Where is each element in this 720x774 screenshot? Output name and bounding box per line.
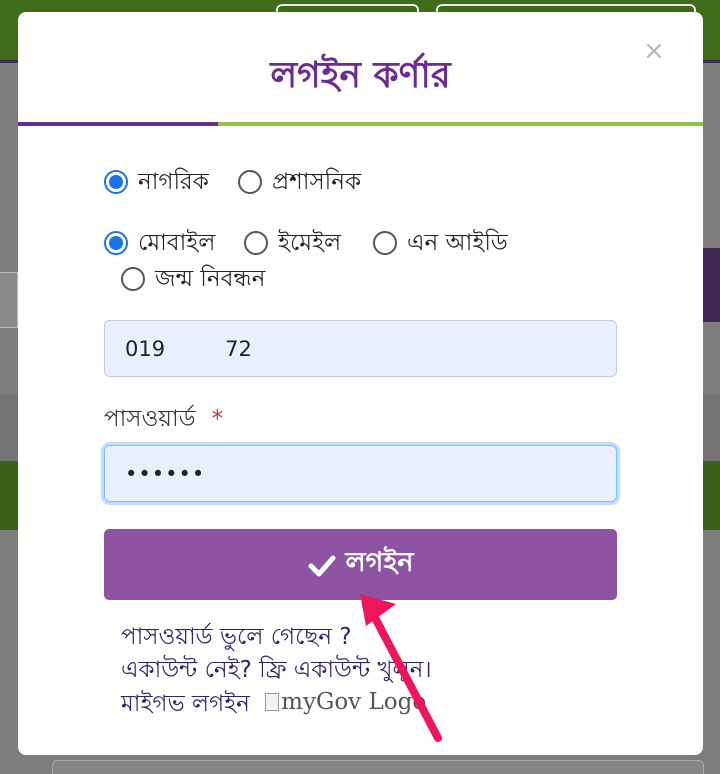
background-panel bbox=[703, 248, 720, 322]
annotation-arrow-icon bbox=[360, 594, 442, 742]
radio-button[interactable] bbox=[238, 170, 262, 194]
mobile-input[interactable]: 019 72 bbox=[104, 320, 617, 377]
radio-button[interactable] bbox=[244, 231, 268, 255]
radio-button[interactable] bbox=[104, 170, 128, 194]
radio-label: এন আইডি bbox=[407, 229, 508, 256]
radio-button[interactable] bbox=[373, 231, 397, 255]
required-mark: * bbox=[211, 406, 224, 432]
radio-email[interactable]: ইমেইল bbox=[244, 228, 341, 258]
mobile-input-value: 019 72 bbox=[125, 336, 252, 361]
title-divider bbox=[18, 122, 218, 126]
radio-label: ইমেইল bbox=[278, 229, 342, 256]
background-panel bbox=[0, 272, 18, 328]
radio-label: নাগরিক bbox=[138, 168, 209, 195]
broken-image-icon bbox=[265, 693, 280, 711]
radio-birth-registration[interactable]: জন্ম নিবন্ধন bbox=[121, 264, 265, 294]
radio-administrative[interactable]: প্রশাসনিক bbox=[238, 167, 361, 197]
password-input-value: •••••• bbox=[125, 461, 206, 486]
modal-title: লগইন কর্ণার bbox=[270, 54, 451, 96]
mygov-login-label: মাইগভ লগইন bbox=[121, 691, 250, 717]
radio-button[interactable] bbox=[121, 267, 145, 291]
password-label-row: পাসওয়ার্ড * bbox=[104, 400, 223, 439]
radio-citizen[interactable]: নাগরিক bbox=[104, 167, 209, 197]
background-input bbox=[52, 760, 704, 774]
radio-label: জন্ম নিবন্ধন bbox=[155, 265, 266, 292]
password-label: পাসওয়ার্ড bbox=[104, 406, 196, 432]
close-icon[interactable]: × bbox=[640, 34, 668, 68]
radio-mobile[interactable]: মোবাইল bbox=[104, 228, 215, 258]
check-icon bbox=[308, 555, 335, 576]
radio-button[interactable] bbox=[104, 231, 128, 255]
password-input[interactable]: •••••• bbox=[104, 445, 617, 502]
radio-label: প্রশাসনিক bbox=[272, 168, 362, 195]
radio-label: মোবাইল bbox=[138, 229, 216, 256]
login-button-label: লগইন bbox=[345, 547, 414, 578]
title-divider bbox=[218, 122, 703, 126]
radio-nid[interactable]: এন আইডি bbox=[373, 228, 508, 258]
